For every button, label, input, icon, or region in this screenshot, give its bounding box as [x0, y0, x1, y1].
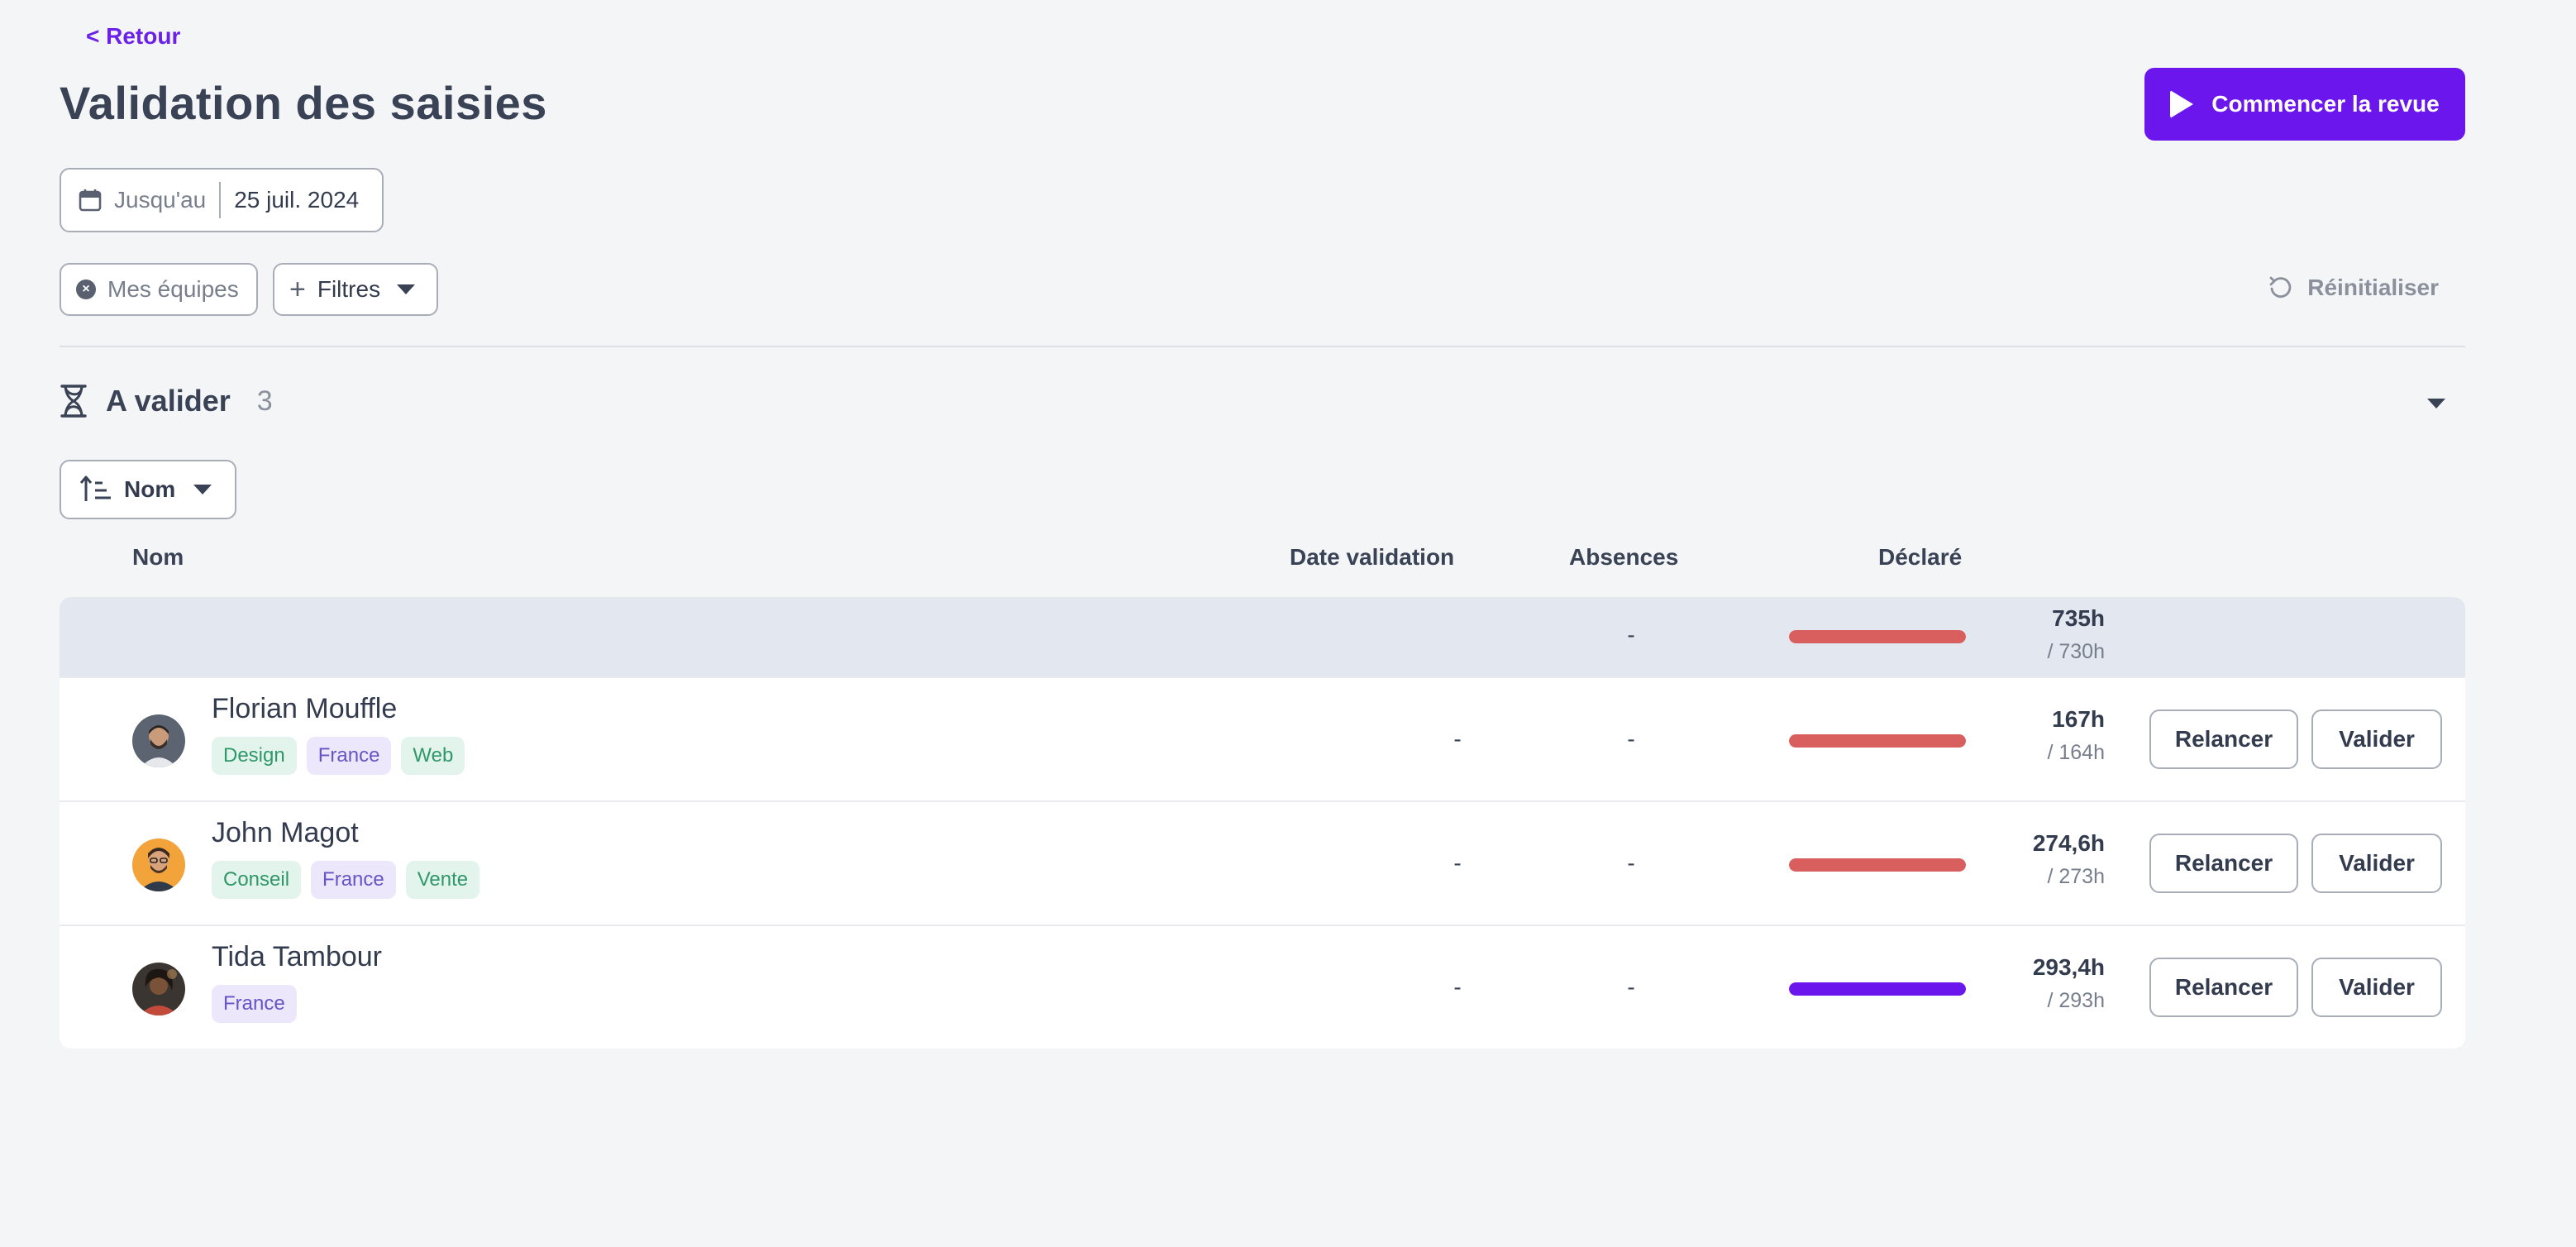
tag: Vente [405, 861, 480, 899]
totals-row: - 735h / 730h [60, 597, 2465, 676]
employee-name: Florian Mouffle [212, 693, 398, 724]
section-title: A valider [106, 384, 231, 418]
declared-hours: 293,4h / 293h [1862, 954, 2105, 1020]
filters-dropdown[interactable]: + Filtres [273, 263, 438, 316]
avatar [132, 714, 185, 767]
section-header: A valider 3 [60, 384, 273, 418]
total-declared-value: 735h [2052, 605, 2105, 631]
chevron-down-icon [193, 485, 212, 494]
reset-icon [2269, 276, 2292, 299]
sort-dropdown[interactable]: Nom [60, 460, 236, 519]
calendar-icon [78, 188, 103, 213]
declared-value: 274,6h [2032, 830, 2105, 856]
table-row[interactable]: Florian Mouffle Design France Web - - 16… [60, 676, 2465, 800]
start-review-label: Commencer la revue [2211, 91, 2440, 117]
declared-value: 293,4h [2032, 954, 2105, 980]
date-filter-value: 25 juil. 2024 [234, 187, 360, 213]
remind-button[interactable]: Relancer [2149, 710, 2298, 769]
remove-chip-icon[interactable]: × [76, 280, 96, 299]
validation-date: - [1453, 974, 1462, 1000]
declared-value: 167h [2052, 706, 2105, 732]
declared-hours: 274,6h / 273h [1862, 830, 2105, 896]
employee-tags: France [212, 985, 382, 1023]
reset-label: Réinitialiser [2307, 275, 2439, 300]
column-header-absences[interactable]: Absences [1569, 544, 1678, 571]
tag: Conseil [212, 861, 302, 899]
column-header-validation-date[interactable]: Date validation [1290, 544, 1454, 571]
avatar [132, 963, 185, 1015]
hourglass-icon [60, 385, 87, 418]
table-row[interactable]: Tida Tambour France - - 293,4h / 293h Re… [60, 924, 2465, 1049]
tag: Web [401, 737, 465, 775]
avatar [132, 838, 185, 891]
plus-icon: + [289, 274, 306, 305]
absences: - [1627, 850, 1635, 876]
column-header-declared[interactable]: Déclaré [1878, 544, 1962, 571]
section-count: 3 [256, 385, 273, 417]
page-title: Validation des saisies [60, 77, 547, 129]
absences: - [1627, 974, 1635, 1000]
validation-date: - [1453, 850, 1462, 876]
validation-date: - [1453, 726, 1462, 752]
declared-hours: 167h / 164h [1862, 706, 2105, 772]
validate-button[interactable]: Valider [2311, 958, 2442, 1017]
employee-name: Tida Tambour [212, 941, 382, 972]
total-declared: 735h / 730h [1862, 605, 2105, 671]
remind-button[interactable]: Relancer [2149, 834, 2298, 893]
employee-tags: Conseil France Vente [212, 861, 480, 899]
absences: - [1627, 726, 1635, 752]
date-filter[interactable]: Jusqu'au 25 juil. 2024 [60, 168, 384, 232]
expected-value: / 273h [2047, 865, 2105, 888]
employee-name: John Magot [212, 817, 359, 848]
total-expected-value: / 730h [2047, 640, 2105, 663]
reset-button[interactable]: Réinitialiser [2268, 275, 2439, 301]
tag: France [311, 861, 396, 899]
employee-tags: Design France Web [212, 737, 465, 775]
employee-info: Tida Tambour France [212, 941, 382, 1023]
remind-button[interactable]: Relancer [2149, 958, 2298, 1017]
expected-value: / 293h [2047, 989, 2105, 1012]
tag: France [306, 737, 392, 775]
play-icon [2170, 90, 2194, 118]
validation-table: - 735h / 730h Florian Mouffle Design Fra… [60, 597, 2465, 1049]
date-filter-divider [219, 182, 222, 218]
my-teams-chip[interactable]: × Mes équipes [60, 263, 258, 316]
employee-info: Florian Mouffle Design France Web [212, 693, 465, 775]
chevron-down-icon [397, 284, 416, 294]
back-link[interactable]: < Retour [86, 23, 180, 50]
sort-label: Nom [124, 476, 176, 502]
column-header-name[interactable]: Nom [132, 544, 184, 571]
my-teams-label: Mes équipes [107, 276, 239, 302]
validate-button[interactable]: Valider [2311, 834, 2442, 893]
table-row[interactable]: John Magot Conseil France Vente - - 274,… [60, 800, 2465, 924]
filters-label: Filtres [317, 276, 381, 302]
collapse-section-icon[interactable] [2427, 399, 2445, 408]
expected-value: / 164h [2047, 741, 2105, 764]
tag: Design [212, 737, 297, 775]
start-review-button[interactable]: Commencer la revue [2144, 68, 2465, 141]
validate-button[interactable]: Valider [2311, 710, 2442, 769]
employee-info: John Magot Conseil France Vente [212, 817, 480, 899]
sort-ascending-icon [79, 475, 111, 501]
filters-divider [60, 346, 2465, 347]
date-filter-label: Jusqu'au [114, 187, 207, 213]
tag: France [212, 985, 297, 1023]
total-absences: - [1627, 622, 1635, 647]
